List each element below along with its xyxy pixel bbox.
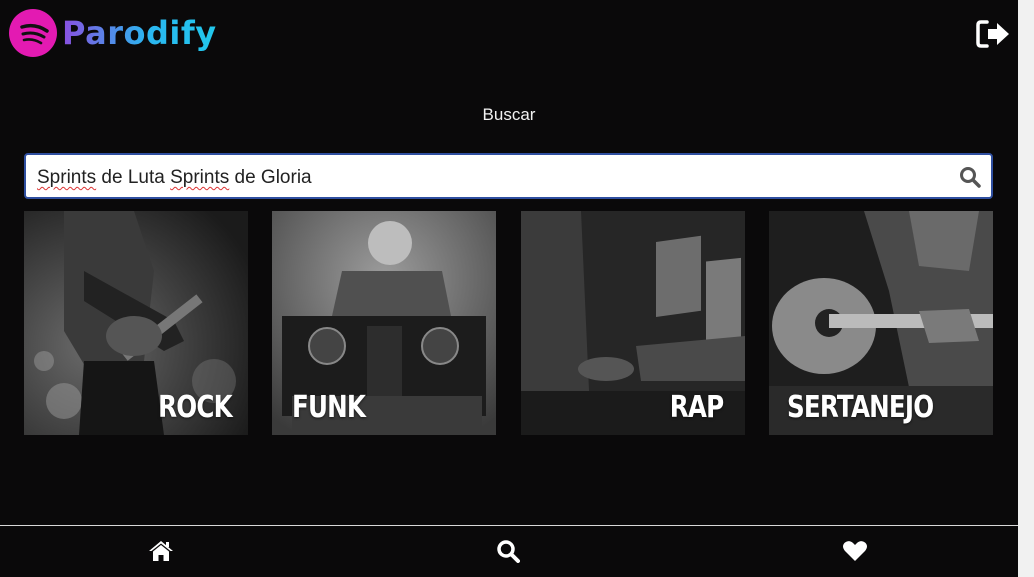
genre-label: ROCK [158,390,233,425]
bottom-navigation [0,525,1018,577]
nav-home-button[interactable] [148,539,174,563]
spotify-like-waves-icon [9,9,57,57]
search-input[interactable] [26,155,991,197]
genre-card-rap[interactable]: RAP [521,211,745,435]
sign-out-icon [976,20,1009,48]
nav-search-button[interactable] [496,539,522,563]
search-field[interactable]: Sprints de Luta Sprints de Gloria [24,153,993,199]
search-icon [960,167,981,188]
genre-grid: ROCK FUNK RAP SERTANEJO [24,211,994,435]
genre-card-rock[interactable]: ROCK [24,211,248,435]
genre-card-sertanejo[interactable]: SERTANEJO [769,211,993,435]
search-submit-button[interactable] [959,166,981,188]
heart-icon [843,541,867,561]
genre-label: SERTANEJO [787,390,934,425]
home-icon [149,541,173,561]
page-scrollbar[interactable] [1018,0,1034,577]
logout-button[interactable] [976,19,1010,49]
app-header: Parodify [0,0,1018,70]
nav-favorites-button[interactable] [842,539,868,563]
search-heading: Buscar [482,105,536,124]
genre-label: FUNK [292,390,366,425]
genre-label: RAP [669,390,723,425]
app-name: Parodify [62,14,217,52]
search-icon [497,540,520,563]
genre-card-funk[interactable]: FUNK [272,211,496,435]
app-logo[interactable]: Parodify [9,9,217,57]
